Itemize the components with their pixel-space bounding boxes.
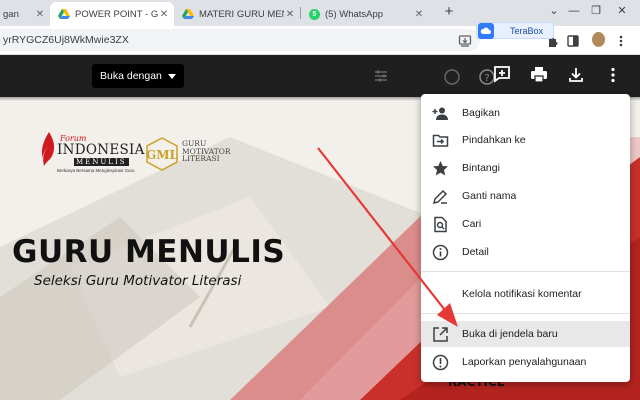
terabox-logo-icon (478, 22, 494, 39)
menu-item-label: Buka di jendela baru (462, 328, 558, 340)
tab-materi-guru[interactable]: MATERI GURU MEN ✕ (174, 2, 300, 26)
screen: gan ✕ POWER POINT - Go ✕ MATERI GURU MEN… (0, 0, 640, 400)
close-icon[interactable]: ✕ (34, 9, 46, 20)
menu-item-label: Laporkan penyalahgunaan (462, 356, 587, 368)
new-tab-button[interactable]: + (440, 3, 458, 21)
menu-item-comment-notifications[interactable]: Kelola notifikasi komentar (421, 281, 630, 307)
close-icon[interactable]: ✕ (413, 9, 425, 20)
menu-divider (421, 313, 630, 314)
menu-item-label: Bintangi (462, 162, 500, 174)
open-with-button[interactable]: Buka dengan (92, 64, 184, 88)
gml-emblem-icon: GML (146, 137, 179, 171)
google-drive-icon (58, 9, 70, 19)
print-icon[interactable] (530, 66, 548, 84)
logo-line-3: LITERASI (182, 154, 220, 163)
menu-item-star[interactable]: Bintangi (421, 155, 630, 181)
menu-divider (421, 271, 630, 272)
tab-label: MATERI GURU MEN (199, 8, 284, 20)
tab-gan[interactable]: gan ✕ (0, 2, 50, 26)
tab-whatsapp[interactable]: 5 (5) WhatsApp ✕ (301, 2, 429, 26)
tab-power-point[interactable]: POWER POINT - Go ✕ (50, 2, 174, 26)
window-close-icon[interactable]: ✕ (614, 2, 630, 20)
menu-item-rename[interactable]: Ganti nama (421, 183, 630, 209)
menu-item-details[interactable]: Detail (421, 239, 630, 265)
terabox-label: TeraBox (510, 25, 544, 36)
side-panel-icon[interactable] (566, 34, 580, 48)
more-actions-menu: Bagikan Pindahkan ke Bintangi Ganti nama… (421, 94, 630, 382)
more-vert-icon[interactable] (604, 66, 622, 84)
menu-item-label: Detail (462, 246, 489, 258)
info-icon (432, 244, 449, 261)
minimize-icon[interactable]: — (566, 2, 582, 20)
google-drive-icon (182, 9, 194, 19)
browser-menu-icon[interactable] (614, 34, 628, 48)
open-with-label: Buka dengan (100, 70, 162, 82)
close-icon[interactable]: ✕ (284, 9, 296, 20)
pencil-icon (432, 188, 449, 205)
menu-item-share[interactable]: Bagikan (421, 100, 630, 126)
address-bar[interactable]: yrRYGCZ6Uj8WkMwie3ZX (0, 29, 480, 51)
search-file-icon (432, 216, 449, 233)
install-app-icon[interactable] (458, 34, 472, 48)
slide-subtitle: Seleksi Guru Motivator Literasi (34, 273, 242, 289)
tab-search-chevron-icon[interactable]: ⌄ (546, 2, 562, 20)
slider-settings-icon[interactable] (372, 67, 390, 85)
flame-quill-icon (41, 132, 55, 166)
star-icon (432, 160, 449, 177)
menu-item-open-new-window[interactable]: Buka di jendela baru (421, 321, 630, 347)
close-icon[interactable]: ✕ (158, 9, 170, 20)
add-comment-icon[interactable] (493, 65, 511, 83)
logo-monogram: GML (146, 148, 179, 162)
check-circle-icon[interactable] (443, 68, 461, 86)
menu-item-label: Kelola notifikasi komentar (462, 288, 582, 300)
menu-item-label: Ganti nama (462, 190, 517, 202)
slide-title: GURU MENULIS (12, 234, 286, 270)
logo-indonesia-text: INDONESIA (57, 142, 145, 158)
menu-item-move[interactable]: Pindahkan ke (421, 127, 630, 153)
restore-icon[interactable]: ❐ (588, 2, 604, 20)
menu-item-label: Bagikan (462, 107, 500, 119)
bell-icon (432, 286, 449, 303)
menu-item-label: Cari (462, 218, 482, 230)
whatsapp-icon: 5 (309, 8, 320, 20)
menu-item-report-abuse[interactable]: Laporkan penyalahgunaan (421, 349, 630, 375)
open-new-window-icon (432, 326, 449, 343)
terabox-extension-popup[interactable]: TeraBox (476, 22, 554, 39)
menu-item-label: Pindahkan ke (462, 134, 526, 146)
logo-guru-text: GURU MOTIVATOR LITERASI (182, 140, 231, 163)
move-to-folder-icon (432, 132, 449, 149)
download-icon[interactable] (567, 66, 585, 84)
logo-tagline: Berkarya Bersama Menginspirasi Guru (57, 168, 135, 173)
caret-down-icon (167, 73, 176, 79)
add-person-icon (432, 105, 449, 122)
tab-label: gan (3, 8, 19, 20)
tab-label: (5) WhatsApp (325, 8, 384, 20)
logo-menulis-text: MENULIS (74, 158, 129, 166)
svg-text:?: ? (484, 73, 489, 84)
tab-label: POWER POINT - Go (75, 8, 158, 20)
report-icon (432, 354, 449, 371)
menu-item-find[interactable]: Cari (421, 211, 630, 237)
avatar[interactable] (592, 32, 605, 47)
